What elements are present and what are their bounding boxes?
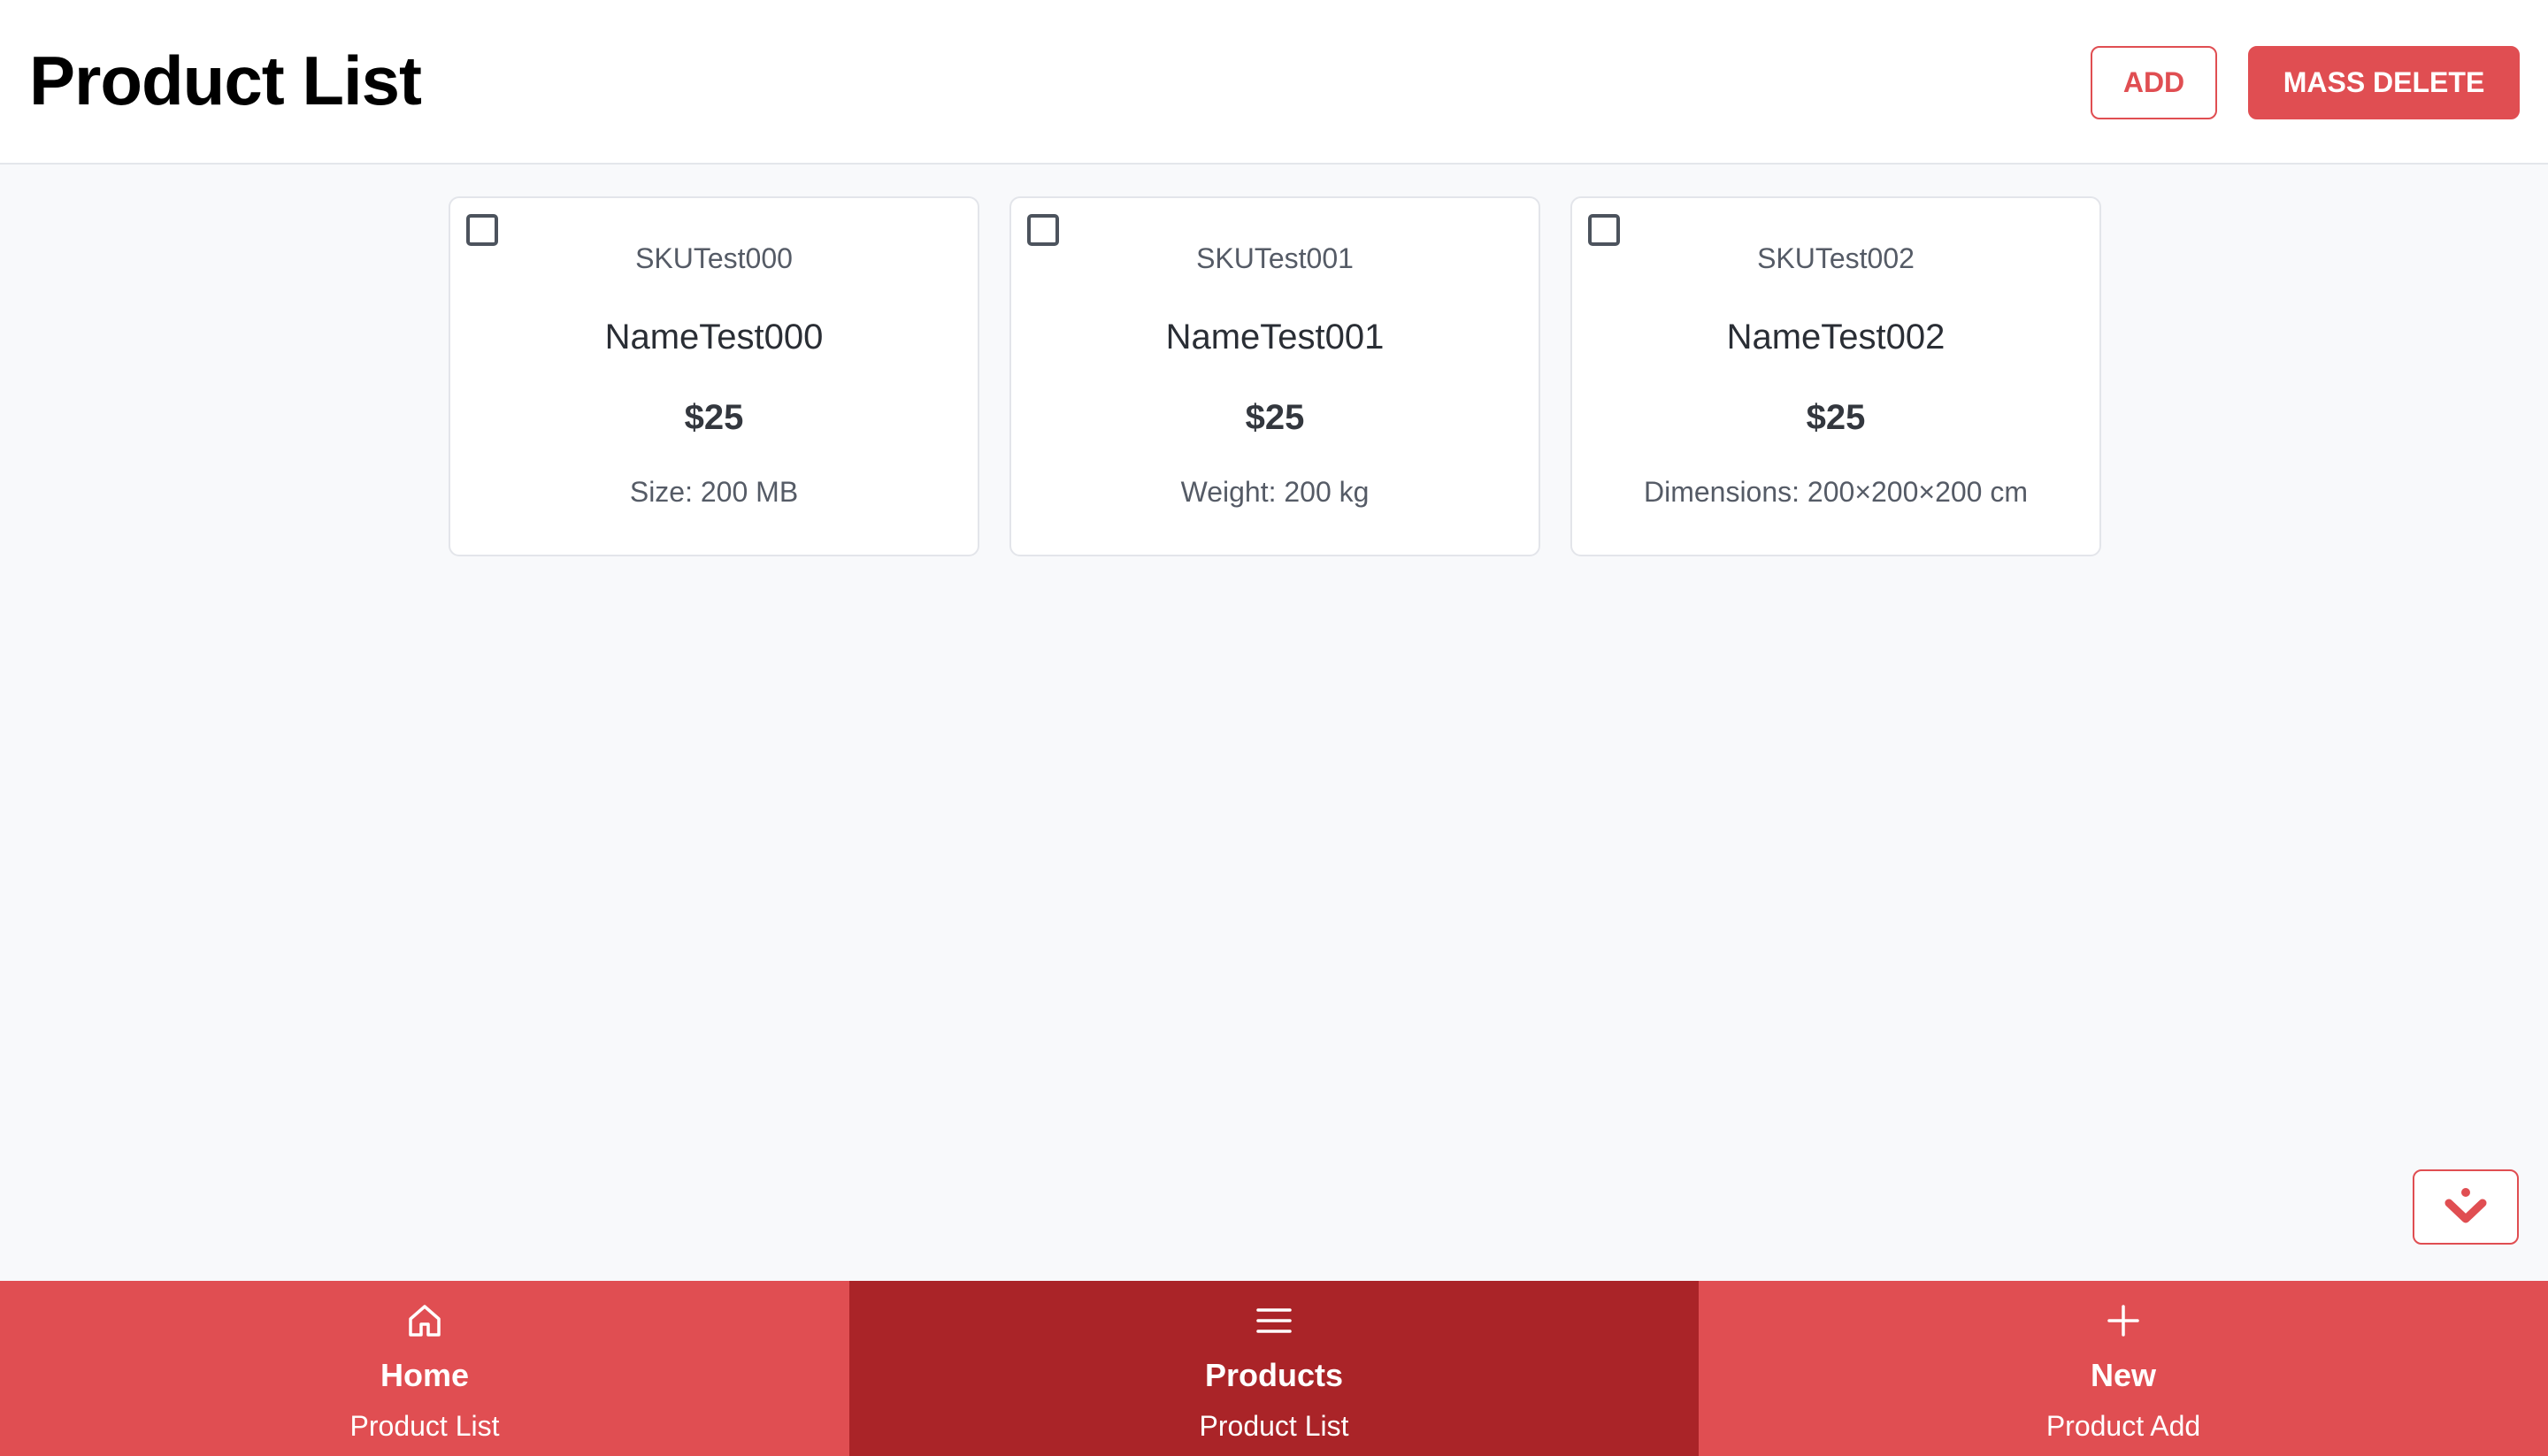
delete-checkbox[interactable] bbox=[466, 214, 498, 246]
product-sku: SKUTest001 bbox=[1196, 242, 1354, 274]
product-card: SKUTest001 NameTest001 $25 Weight: 200 k… bbox=[1009, 196, 1540, 556]
nav-label: New bbox=[2090, 1357, 2157, 1393]
product-price: $25 bbox=[1806, 398, 1866, 437]
product-name: NameTest000 bbox=[604, 318, 824, 356]
home-icon bbox=[0, 1299, 849, 1343]
product-attribute: Dimensions: 200×200×200 cm bbox=[1643, 476, 2029, 508]
nav-item-home[interactable]: Home Product List bbox=[0, 1281, 849, 1456]
add-button[interactable]: ADD bbox=[2091, 46, 2217, 119]
nav-item-new[interactable]: New Product Add bbox=[1699, 1281, 2548, 1456]
product-price: $25 bbox=[684, 398, 744, 437]
page-header: Product List ADD MASS DELETE bbox=[0, 0, 2548, 165]
product-sku: SKUTest002 bbox=[1757, 242, 1915, 274]
product-name: NameTest001 bbox=[1165, 318, 1385, 356]
plus-icon bbox=[1699, 1299, 2548, 1343]
nav-sublabel: Product List bbox=[349, 1410, 500, 1442]
scroll-down-button[interactable] bbox=[2413, 1169, 2519, 1245]
product-sku: SKUTest000 bbox=[635, 242, 793, 274]
page-title: Product List bbox=[29, 42, 422, 119]
nav-item-products[interactable]: Products Product List bbox=[849, 1281, 1699, 1456]
mass-delete-button[interactable]: MASS DELETE bbox=[2248, 46, 2520, 119]
product-price: $25 bbox=[1245, 398, 1305, 437]
delete-checkbox[interactable] bbox=[1588, 214, 1620, 246]
product-card: SKUTest002 NameTest002 $25 Dimensions: 2… bbox=[1570, 196, 2101, 556]
product-name: NameTest002 bbox=[1726, 318, 1946, 356]
nav-label: Home bbox=[380, 1357, 470, 1393]
product-attribute: Size: 200 MB bbox=[629, 476, 799, 508]
chevron-down-icon bbox=[2444, 1185, 2488, 1229]
nav-label: Products bbox=[1204, 1357, 1344, 1393]
delete-checkbox[interactable] bbox=[1027, 214, 1059, 246]
nav-sublabel: Product List bbox=[1199, 1410, 1349, 1442]
product-attribute: Weight: 200 kg bbox=[1180, 476, 1370, 508]
nav-sublabel: Product Add bbox=[2045, 1410, 2201, 1442]
bottom-nav: Home Product List Products Product List … bbox=[0, 1281, 2548, 1456]
product-card: SKUTest000 NameTest000 $25 Size: 200 MB bbox=[449, 196, 979, 556]
menu-icon bbox=[849, 1299, 1699, 1343]
